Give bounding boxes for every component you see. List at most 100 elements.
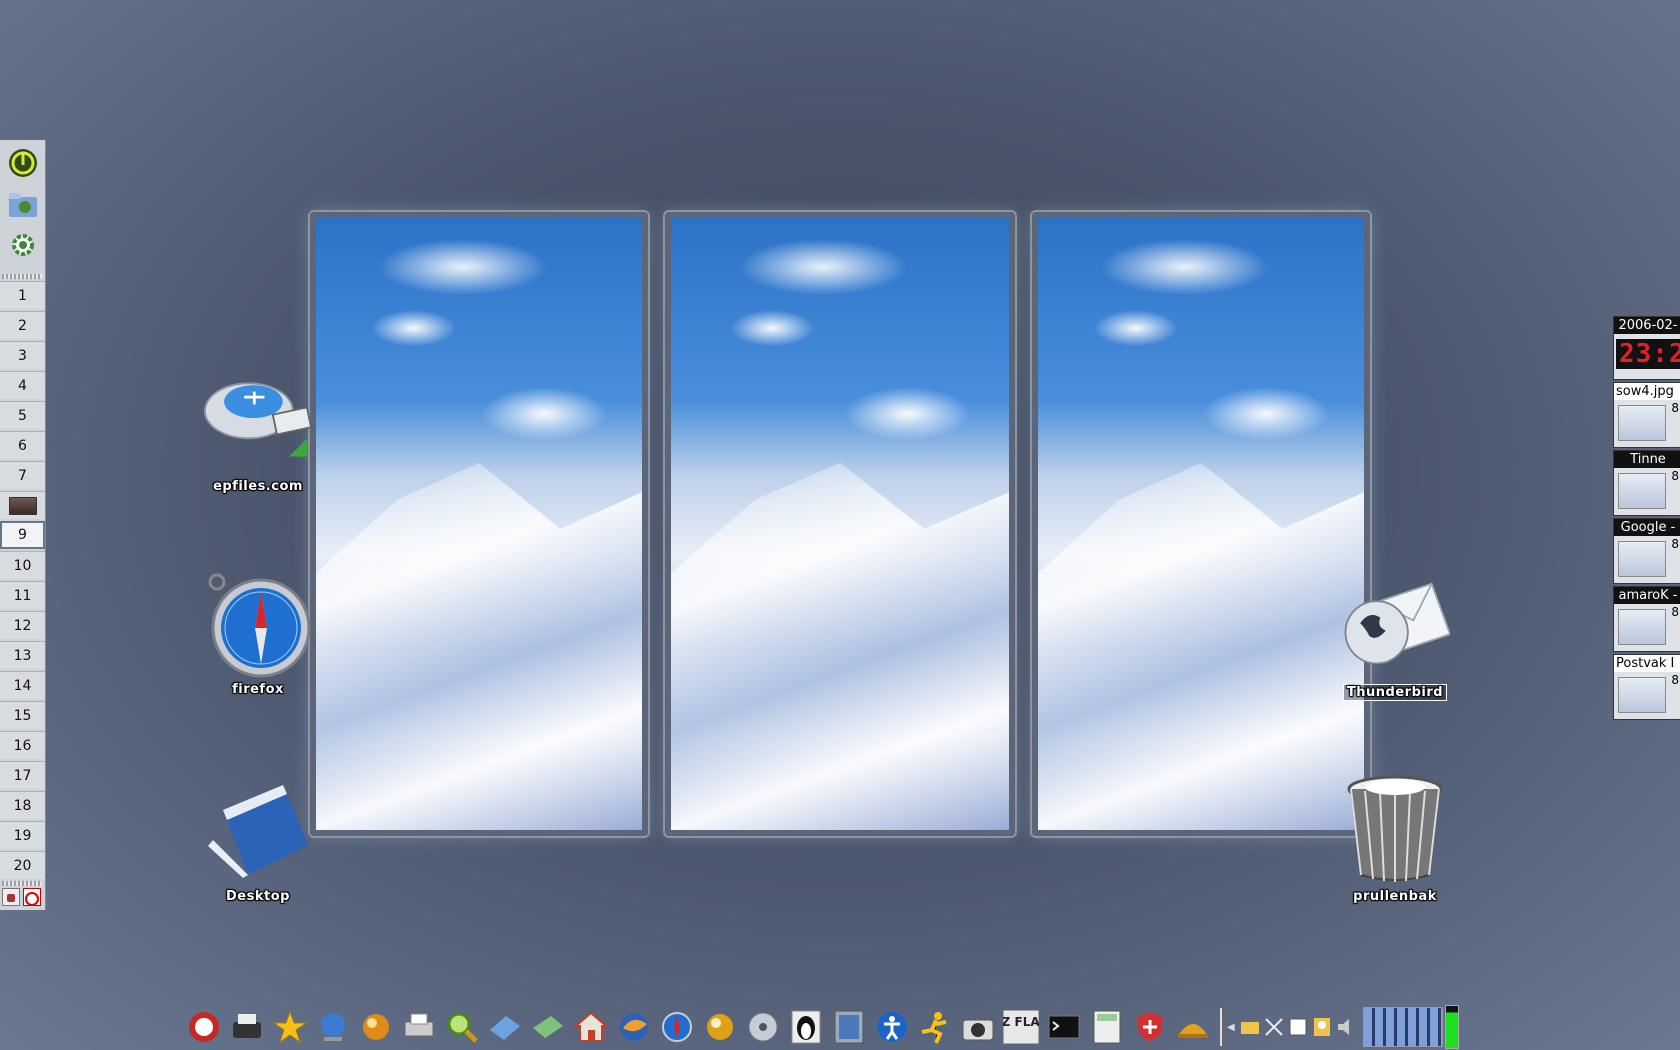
task-button-image-viewer[interactable]: sow4.jpg 8	[1613, 382, 1680, 448]
lock-screen-button[interactable]	[2, 888, 20, 906]
pager-grip-bottom[interactable]	[2, 881, 42, 886]
settings-gear-icon[interactable]	[6, 228, 40, 262]
clock-date: 2006-02-	[1614, 317, 1680, 334]
pager-grip-top[interactable]	[2, 274, 42, 279]
desktop-icon-thunderbird[interactable]: Thunderbird	[1330, 570, 1460, 701]
task-desktop-number: 8	[1671, 537, 1679, 551]
media-orb-icon[interactable]	[357, 1008, 395, 1046]
desktop-15-button[interactable]: 15	[0, 701, 45, 729]
mail-globe-icon	[1340, 570, 1450, 680]
kmenu-icon[interactable]	[185, 1008, 223, 1046]
finance-icon[interactable]	[529, 1008, 567, 1046]
task-thumbnail	[1618, 609, 1666, 645]
finder-folder-icon	[203, 775, 313, 885]
desktop-5-button[interactable]: 5	[0, 401, 45, 429]
desktop-16-button[interactable]: 16	[0, 731, 45, 759]
task-title: sow4.jpg	[1614, 383, 1680, 400]
task-button-browser[interactable]: Google - 8	[1613, 518, 1680, 584]
photo-icon[interactable]	[830, 1008, 868, 1046]
cpu-monitor-graph[interactable]	[1362, 1007, 1443, 1047]
task-title: Tinne	[1614, 451, 1680, 468]
task-desktop-number: 8	[1671, 673, 1679, 687]
bookmarks-star-icon[interactable]	[271, 1008, 309, 1046]
task-button-chat[interactable]: Tinne 8	[1613, 450, 1680, 516]
task-thumbnail	[1618, 677, 1666, 713]
task-desktop-number: 8	[1671, 401, 1679, 415]
tux-penguin-icon[interactable]	[787, 1008, 825, 1046]
desktop-9-button[interactable]: 9	[0, 521, 45, 549]
tray-user-icon[interactable]	[1311, 1016, 1333, 1038]
bottom-dock: BZ FLAG ◀	[185, 1004, 1495, 1050]
clock-applet[interactable]: 2006-02- 23:2	[1613, 316, 1680, 380]
desktop-13-button[interactable]: 13	[0, 641, 45, 669]
network-globe-icon[interactable]	[314, 1008, 352, 1046]
task-thumbnail	[1618, 405, 1666, 441]
tray-network-icon[interactable]	[1263, 1016, 1285, 1038]
desktop-3-button[interactable]: 3	[0, 341, 45, 369]
task-title: amaroK -	[1614, 587, 1680, 604]
desktop-label: Desktop	[226, 889, 290, 904]
tray-speaker-icon[interactable]	[1335, 1016, 1357, 1038]
epfiles-label: epfiles.com	[213, 479, 303, 494]
desktop-icon-firefox[interactable]: firefox	[193, 568, 323, 697]
volume-level-meter[interactable]	[1444, 1005, 1459, 1049]
desktop-4-button[interactable]: 4	[0, 371, 45, 399]
clock-time: 23:2	[1616, 339, 1680, 369]
desktop-pager: 1 2 3 4 5 6 7 9 10 11 12 13 14 15 16 17 …	[0, 140, 46, 910]
desktop-icon-epfiles[interactable]: epfiles.com	[193, 365, 323, 494]
firefox-label: firefox	[232, 682, 284, 697]
desktop-2-button[interactable]: 2	[0, 311, 45, 339]
desktop-14-button[interactable]: 14	[0, 671, 45, 699]
desktop-11-button[interactable]: 11	[0, 581, 45, 609]
task-button-mail[interactable]: Postvak I 8	[1613, 654, 1680, 720]
bzflag-icon[interactable]: BZ FLAG	[1002, 1008, 1040, 1046]
home-icon[interactable]	[572, 1008, 610, 1046]
calculator-icon[interactable]	[1088, 1008, 1126, 1046]
safari-compass-icon[interactable]	[658, 1008, 696, 1046]
desktop-12-button[interactable]: 12	[0, 611, 45, 639]
desktop-17-button[interactable]: 17	[0, 761, 45, 789]
desktop-19-button[interactable]: 19	[0, 821, 45, 849]
wallpaper-panel-middle	[665, 212, 1015, 836]
tray-picture-icon[interactable]	[1287, 1016, 1309, 1038]
editor-icon[interactable]	[486, 1008, 524, 1046]
fireman-helmet-icon[interactable]	[1174, 1008, 1212, 1046]
desktop-10-button[interactable]: 10	[0, 551, 45, 579]
aim-running-man-icon[interactable]	[916, 1008, 954, 1046]
cd-music-icon[interactable]	[744, 1008, 782, 1046]
tray-folder-icon[interactable]	[1239, 1016, 1261, 1038]
desktop-20-button[interactable]: 20	[0, 851, 45, 879]
terminal-icon[interactable]	[1045, 1008, 1083, 1046]
desktop-icon-desktop-folder[interactable]: Desktop	[193, 775, 323, 904]
trash-can-icon	[1340, 775, 1450, 885]
dock-separator-handle[interactable]	[1219, 1007, 1223, 1047]
desktop-18-button[interactable]: 18	[0, 791, 45, 819]
thunderbird-label: Thunderbird	[1342, 684, 1448, 701]
amarok-icon[interactable]	[701, 1008, 739, 1046]
antivirus-shield-icon[interactable]	[1131, 1008, 1169, 1046]
task-desktop-number: 8	[1671, 605, 1679, 619]
printer-icon[interactable]	[400, 1008, 438, 1046]
thunderbird-dock-icon[interactable]	[615, 1008, 653, 1046]
logout-button[interactable]	[23, 888, 41, 906]
task-desktop-number: 8	[1671, 469, 1679, 483]
task-button-music-player[interactable]: amaroK - 8	[1613, 586, 1680, 652]
tray-collapse-arrow-icon[interactable]: ◀	[1227, 1022, 1235, 1033]
trash-label: prullenbak	[1353, 889, 1437, 904]
file-manager-icon[interactable]	[6, 188, 40, 222]
taskbar-right: 2006-02- 23:2 sow4.jpg 8 Tinne 8 Google …	[1613, 316, 1680, 722]
desktop-1-button[interactable]: 1	[0, 281, 45, 309]
kde-launcher-icon[interactable]	[6, 146, 40, 180]
camera-icon[interactable]	[959, 1008, 997, 1046]
search-magnifier-icon[interactable]	[443, 1008, 481, 1046]
desktop-icon-trash[interactable]: prullenbak	[1330, 775, 1460, 904]
accessibility-icon[interactable]	[873, 1008, 911, 1046]
task-title: Google -	[1614, 519, 1680, 536]
compass-icon	[203, 568, 313, 678]
system-tray	[1239, 1007, 1357, 1047]
task-thumbnail	[1618, 473, 1666, 509]
desktop-6-button[interactable]: 6	[0, 431, 45, 459]
desktop-7-button[interactable]: 7	[0, 461, 45, 489]
typewriter-icon[interactable]	[228, 1008, 266, 1046]
desktop-8-button[interactable]	[0, 491, 45, 519]
